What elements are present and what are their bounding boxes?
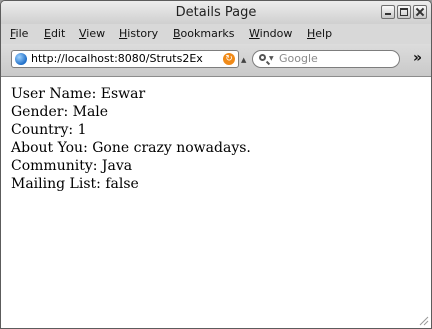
menu-window[interactable]: Window bbox=[249, 27, 292, 40]
resize-grip-icon[interactable] bbox=[419, 316, 429, 326]
search-bar[interactable]: ▼ Google bbox=[252, 50, 400, 68]
navigation-toolbar: http://localhost:8080/Struts2Ex ↻ ▲ ▼ Go… bbox=[1, 44, 431, 77]
menu-bookmarks[interactable]: Bookmarks bbox=[173, 27, 234, 40]
detail-country: Country1 bbox=[11, 121, 251, 139]
globe-icon bbox=[15, 53, 27, 65]
browser-window: Details Page File Edit View History Book… bbox=[0, 0, 432, 329]
detail-user-name: User NameEswar bbox=[11, 85, 251, 103]
search-input[interactable]: Google bbox=[279, 52, 318, 65]
menu-help[interactable]: Help bbox=[307, 27, 332, 40]
close-button[interactable] bbox=[413, 5, 427, 19]
detail-about-you: About YouGone crazy nowadays. bbox=[11, 139, 251, 157]
page-content: User NameEswar GenderMale Country1 About… bbox=[1, 77, 431, 328]
maximize-button[interactable] bbox=[397, 5, 411, 19]
url-dropdown-icon[interactable]: ▲ bbox=[241, 56, 246, 64]
detail-community: CommunityJava bbox=[11, 157, 251, 175]
window-title: Details Page bbox=[175, 5, 257, 20]
feed-icon[interactable]: ↻ bbox=[223, 53, 235, 65]
detail-gender: GenderMale bbox=[11, 103, 251, 121]
menu-bar: File Edit View History Bookmarks Window … bbox=[1, 24, 431, 44]
chevron-double-right-icon[interactable]: » bbox=[413, 50, 422, 66]
menu-history[interactable]: History bbox=[119, 27, 158, 40]
search-engine-dropdown-icon[interactable]: ▼ bbox=[269, 55, 274, 62]
menu-edit[interactable]: Edit bbox=[44, 27, 65, 40]
url-input[interactable]: http://localhost:8080/Struts2Ex bbox=[31, 52, 217, 65]
window-controls bbox=[381, 5, 427, 19]
minimize-button[interactable] bbox=[381, 5, 395, 19]
magnifier-icon[interactable] bbox=[259, 54, 266, 61]
menu-file[interactable]: File bbox=[10, 27, 28, 40]
detail-mailing-list: Mailing Listfalse bbox=[11, 175, 251, 193]
title-bar[interactable]: Details Page bbox=[1, 1, 431, 24]
menu-view[interactable]: View bbox=[79, 27, 105, 40]
url-bar[interactable]: http://localhost:8080/Struts2Ex ↻ bbox=[11, 50, 239, 68]
details-list: User NameEswar GenderMale Country1 About… bbox=[11, 85, 251, 193]
